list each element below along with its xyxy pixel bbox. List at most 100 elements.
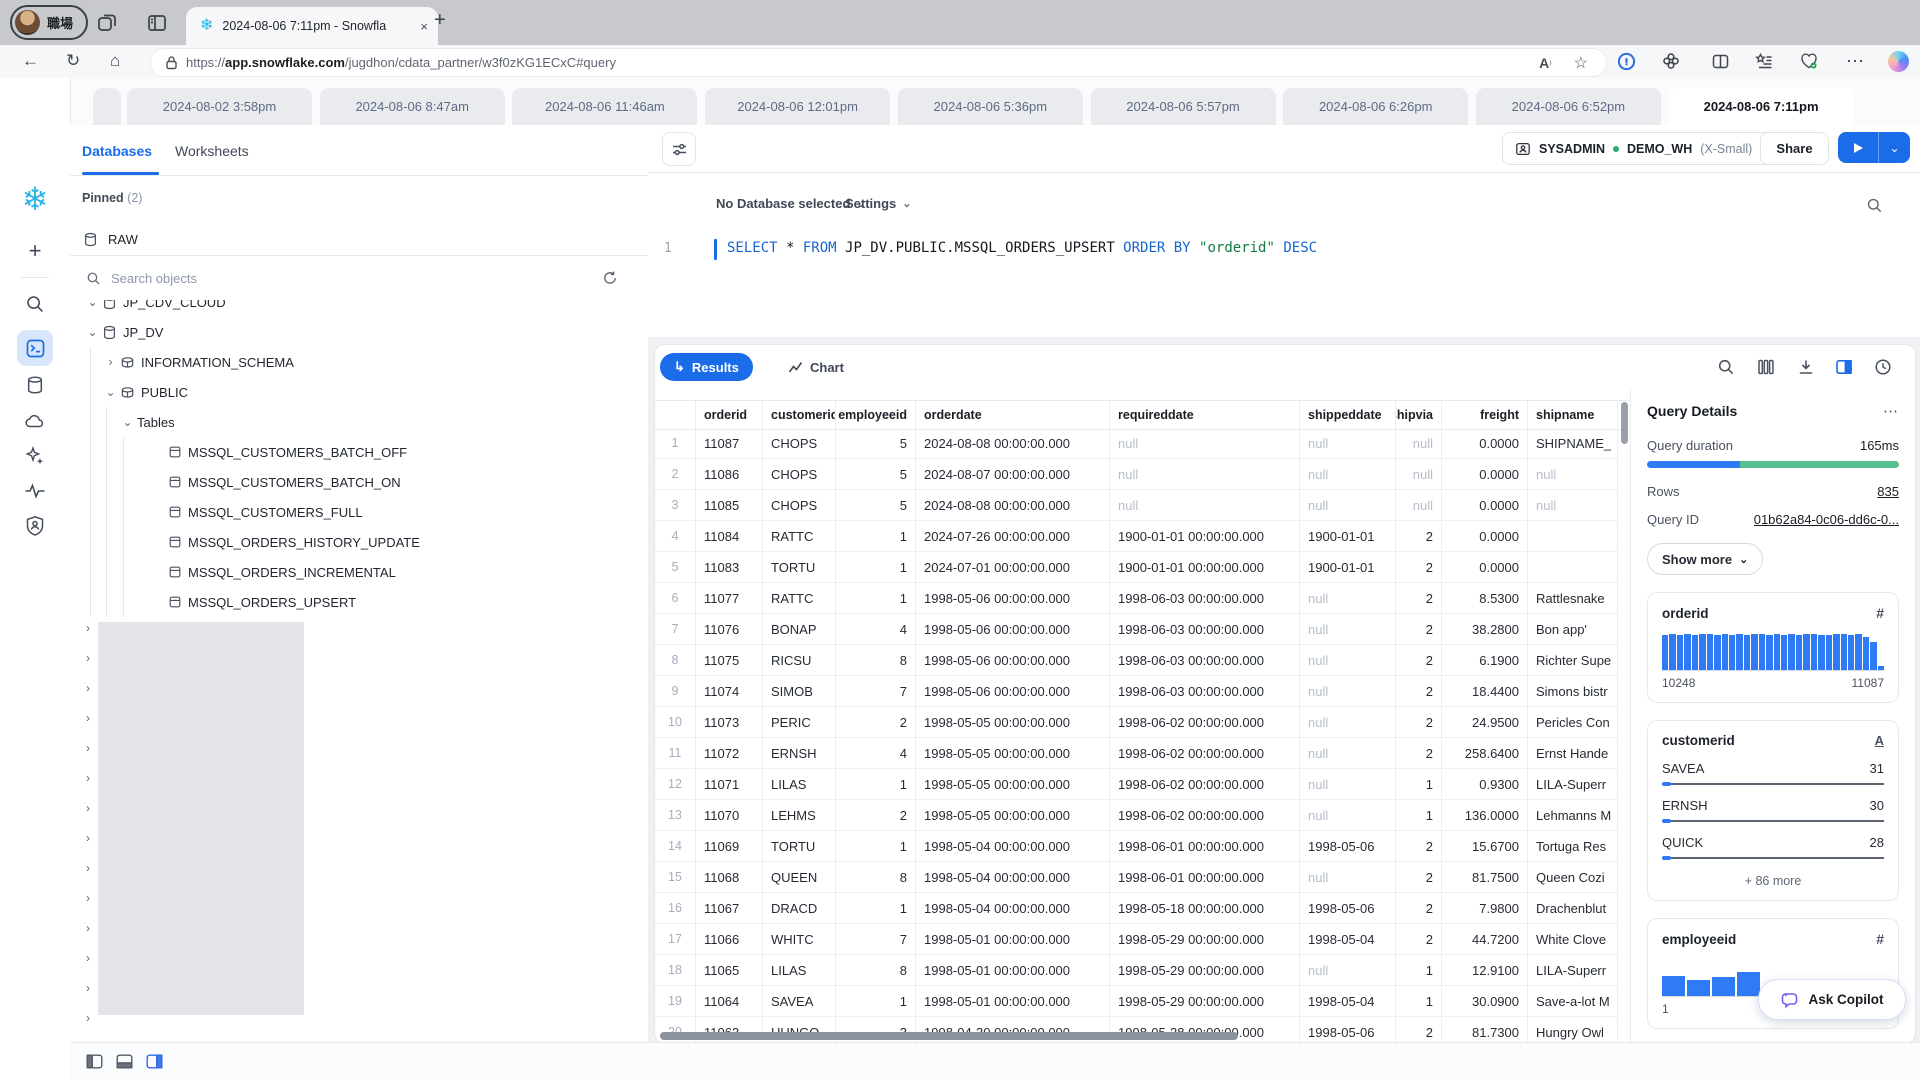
worksheet-tab[interactable]: 2024-08-06 11:46am xyxy=(512,88,697,125)
top-value-row[interactable]: ERNSH30 xyxy=(1662,798,1884,822)
refresh-objects-icon[interactable] xyxy=(602,270,618,286)
chevron-down-icon[interactable]: ⌄ xyxy=(105,386,116,398)
chevron-right-icon[interactable]: › xyxy=(86,801,90,815)
worksheet-tab[interactable]: 2024-08-06 5:57pm xyxy=(1091,88,1276,125)
tab-chart[interactable]: Chart xyxy=(788,353,844,381)
chevron-right-icon[interactable]: › xyxy=(86,651,90,665)
column-header-shippeddate[interactable]: shippeddate xyxy=(1300,401,1396,429)
table-row[interactable]: 1611067DRACD11998-05-04 00:00:00.0001998… xyxy=(655,893,1618,924)
column-header-shipname[interactable]: shipname xyxy=(1528,401,1618,429)
table-row[interactable]: 1111072ERNSH41998-05-05 00:00:00.0001998… xyxy=(655,738,1618,769)
download-icon[interactable] xyxy=(1797,358,1815,376)
column-card-orderid[interactable]: orderid # 10248 11087 xyxy=(1647,592,1899,703)
split-screen-icon[interactable] xyxy=(1708,49,1732,73)
favorite-star-icon[interactable]: ☆ xyxy=(1574,53,1588,73)
browser-essentials-icon[interactable] xyxy=(1797,49,1821,73)
chevron-right-icon[interactable]: › xyxy=(86,711,90,725)
browser-tab[interactable]: ❄ 2024-08-06 7:11pm - Snowfla × xyxy=(186,7,438,45)
chevron-down-icon[interactable]: ⌄ xyxy=(87,326,98,338)
sidebar-tab-databases[interactable]: Databases xyxy=(82,143,152,159)
chevron-right-icon[interactable]: › xyxy=(86,741,90,755)
data-icon[interactable] xyxy=(0,375,70,395)
editor-settings-menu[interactable]: Settings⌄ xyxy=(845,196,912,211)
tree-item-mssql-customers-batch-off[interactable]: MSSQL_CUSTOMERS_BATCH_OFF xyxy=(70,437,648,467)
tab-close-icon[interactable]: × xyxy=(420,19,428,34)
table-row[interactable]: 211086CHOPS52024-08-07 00:00:00.000nulln… xyxy=(655,459,1618,490)
sql-statement[interactable]: SELECT * FROM JP_DV.PUBLIC.MSSQL_ORDERS_… xyxy=(727,240,1317,256)
browser-profile-button[interactable]: 職場 xyxy=(10,5,88,40)
tree-item-mssql-orders-history-update[interactable]: MSSQL_ORDERS_HISTORY_UPDATE xyxy=(70,527,648,557)
query-history-icon[interactable] xyxy=(1874,358,1892,376)
tree-item-jp-dv[interactable]: ⌄JP_DV xyxy=(70,317,648,347)
chevron-right-icon[interactable]: › xyxy=(86,681,90,695)
details-more-icon[interactable]: ⋯ xyxy=(1883,402,1899,420)
search-objects-input[interactable]: Search objects xyxy=(70,256,648,300)
database-selector[interactable]: No Database selected⌄ xyxy=(716,196,866,211)
show-more-button[interactable]: Show more⌄ xyxy=(1647,543,1763,575)
query-id-link[interactable]: 01b62a84-0c06-dd6c-0... xyxy=(1754,512,1899,527)
worksheet-tab[interactable]: 2024-08-06 5:36pm xyxy=(898,88,1083,125)
chevron-right-icon[interactable]: › xyxy=(86,1011,90,1025)
table-row[interactable]: 711076BONAP41998-05-06 00:00:00.0001998-… xyxy=(655,614,1618,645)
results-search-icon[interactable] xyxy=(1717,358,1735,376)
governance-shield-icon[interactable] xyxy=(0,515,70,537)
activity-icon[interactable] xyxy=(0,482,70,500)
worksheet-tab-partial[interactable] xyxy=(93,88,121,125)
extensions-icon[interactable] xyxy=(1659,49,1683,73)
column-header-freight[interactable]: freight xyxy=(1442,401,1528,429)
ask-copilot-button[interactable]: Ask Copilot xyxy=(1758,979,1906,1020)
read-aloud-icon[interactable]: A⁾ xyxy=(1539,55,1552,71)
editor-search-icon[interactable] xyxy=(1866,197,1883,214)
tree-item-mssql-orders-incremental[interactable]: MSSQL_ORDERS_INCREMENTAL xyxy=(70,557,648,587)
table-row[interactable]: 111087CHOPS52024-08-08 00:00:00.000nulln… xyxy=(655,428,1618,459)
table-row[interactable]: 1411069TORTU11998-05-04 00:00:00.0001998… xyxy=(655,831,1618,862)
new-browser-tab-button[interactable]: + xyxy=(434,9,446,32)
ai-sparkles-icon[interactable] xyxy=(0,445,70,467)
context-selector[interactable]: SYSADMIN DEMO_WH (X-Small) xyxy=(1502,132,1776,165)
worksheet-tab[interactable]: 2024-08-06 6:52pm xyxy=(1476,88,1661,125)
pinned-item-raw[interactable]: RAW xyxy=(70,223,648,255)
chevron-right-icon[interactable]: › xyxy=(86,831,90,845)
columns-icon[interactable] xyxy=(1757,358,1775,376)
table-row[interactable]: 511083TORTU12024-07-01 00:00:00.0001900-… xyxy=(655,552,1618,583)
column-header-requireddate[interactable]: requireddate xyxy=(1110,401,1300,429)
run-button[interactable]: ⌄ xyxy=(1838,132,1910,163)
share-button[interactable]: Share xyxy=(1760,132,1829,165)
worksheet-tab[interactable]: 2024-08-02 3:58pm xyxy=(127,88,312,125)
top-value-row[interactable]: SAVEA31 xyxy=(1662,761,1884,785)
table-row[interactable]: 1911064SAVEA11998-05-01 00:00:00.0001998… xyxy=(655,986,1618,1017)
tree-item-mssql-customers-full[interactable]: MSSQL_CUSTOMERS_FULL xyxy=(70,497,648,527)
worksheet-options-icon[interactable] xyxy=(662,132,696,166)
table-row[interactable]: 811075RICSU81998-05-06 00:00:00.0001998-… xyxy=(655,645,1618,676)
marketplace-cloud-icon[interactable] xyxy=(0,411,70,431)
column-header-orderdate[interactable]: orderdate xyxy=(916,401,1110,429)
chevron-right-icon[interactable]: › xyxy=(86,621,90,635)
table-row[interactable]: 911074SIMOB71998-05-06 00:00:00.0001998-… xyxy=(655,676,1618,707)
chevron-right-icon[interactable]: › xyxy=(86,981,90,995)
sidebar-tab-worksheets[interactable]: Worksheets xyxy=(175,143,249,159)
tree-item-mssql-customers-batch-on[interactable]: MSSQL_CUSTOMERS_BATCH_ON xyxy=(70,467,648,497)
chevron-down-icon[interactable]: ⌄ xyxy=(122,416,133,428)
vertical-scrollbar[interactable] xyxy=(1621,402,1628,444)
tree-item-jp-cdv-cloud[interactable]: ⌄JP_CDV_CLOUD xyxy=(70,300,648,317)
layout-right-icon[interactable] xyxy=(146,1054,163,1069)
column-header-shipvia[interactable]: shipvia xyxy=(1396,401,1442,429)
more-values-label[interactable]: + 86 more xyxy=(1662,874,1884,888)
table-row[interactable]: 1511068QUEEN81998-05-04 00:00:00.0001998… xyxy=(655,862,1618,893)
top-value-row[interactable]: QUICK28 xyxy=(1662,835,1884,859)
rows-value-link[interactable]: 835 xyxy=(1877,484,1899,499)
chevron-right-icon[interactable]: › xyxy=(86,921,90,935)
table-row[interactable]: 1211071LILAS11998-05-05 00:00:00.0001998… xyxy=(655,769,1618,800)
tab-groups-icon[interactable] xyxy=(96,12,118,34)
layout-bottom-icon[interactable] xyxy=(116,1054,133,1069)
table-row[interactable]: 1811065LILAS81998-05-01 00:00:00.0001998… xyxy=(655,955,1618,986)
table-row[interactable]: 1011073PERIC21998-05-05 00:00:00.0001998… xyxy=(655,707,1618,738)
vertical-tabs-icon[interactable] xyxy=(146,12,168,34)
password-manager-icon[interactable] xyxy=(1614,49,1638,73)
copilot-icon[interactable] xyxy=(1886,49,1910,73)
back-icon[interactable]: ← xyxy=(22,49,39,73)
column-header-customerid[interactable]: customerid xyxy=(763,401,836,429)
table-row[interactable]: 311085CHOPS52024-08-08 00:00:00.000nulln… xyxy=(655,490,1618,521)
tab-results[interactable]: ↳ Results xyxy=(660,353,753,381)
create-icon[interactable]: + xyxy=(0,238,70,264)
